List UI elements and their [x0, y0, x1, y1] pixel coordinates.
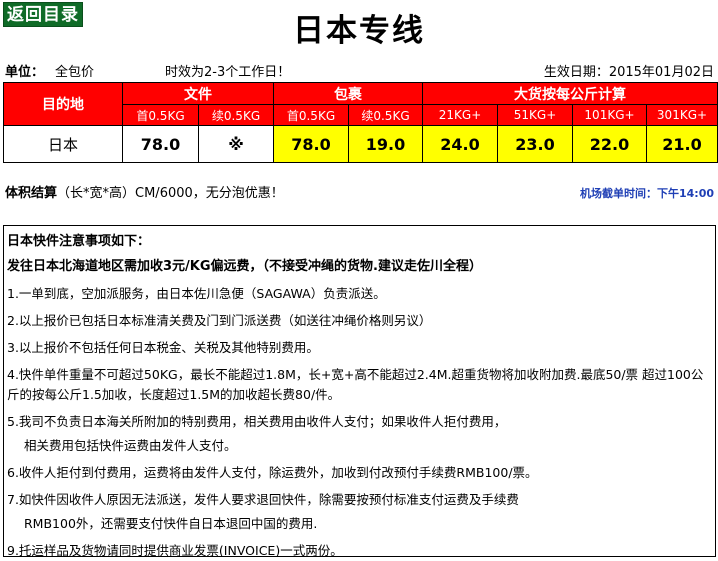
remote-area-note: 发往日本北海道地区需加收3元/KG偏远费，（不接受冲绳的货物.建议走佐川全程）: [7, 259, 482, 274]
price-cell: 21.0: [646, 125, 718, 163]
volume-weight-note: 体积结算（长*宽*高）CM/6000，无分泡优惠！: [5, 182, 284, 201]
group-header-parcels: 包裹: [273, 82, 423, 105]
subheader-cell: 51KG+: [497, 104, 573, 126]
subheader-cell: 续0.5KG: [348, 104, 423, 126]
destination-header: 目的地: [3, 82, 123, 126]
note-item: 1.一单到底，空加派服务，由日本佐川急便（SAGAWA）负责派送。: [7, 286, 386, 301]
notes-heading: 日本快件注意事项如下：: [7, 234, 151, 249]
table-row: 日本 78.0 ※ 78.0 19.0 24.0 23.0 22.0 21.0: [3, 125, 718, 163]
note-item: 5.我司不负责日本海关所附加的特别费用，相关费用由收件人支付；如果收件人拒付费用…: [7, 414, 507, 429]
price-cell: ※: [198, 125, 274, 163]
destination-cell: 日本: [3, 125, 123, 163]
group-header-bulk: 大货按每公斤计算: [422, 82, 718, 105]
rate-table: 目的地 文件 包裹 大货按每公斤计算 首0.5KG 续0.5KG 首0.5KG …: [3, 82, 718, 163]
volume-label: 体积结算: [5, 186, 58, 201]
note-item: 9.托运样品及货物请同时提供商业发票(INVOICE)一式两份。: [7, 543, 343, 558]
note-item-continued: RMB100外，还需要支付快件自日本退回中国的费用.: [24, 516, 318, 531]
subheader-cell: 首0.5KG: [273, 104, 349, 126]
subheader-cell: 续0.5KG: [198, 104, 274, 126]
price-cell: 24.0: [422, 125, 498, 163]
subheader-cell: 首0.5KG: [122, 104, 199, 126]
price-cell: 22.0: [572, 125, 647, 163]
unit-label: 单位：: [5, 65, 45, 80]
unit-value: 全包价: [55, 65, 95, 80]
subheader-cell: 301KG+: [646, 104, 718, 126]
note-item: 2.以上报价已包括日本标准清关费及门到门派送费（如送往冲绳价格则另议）: [7, 313, 432, 328]
price-cell: 19.0: [348, 125, 423, 163]
note-item: 7.如快件因收件人原因无法派送，发件人要求退回快件，除需要按预付标准支付运费及手…: [7, 492, 519, 507]
header-row: 目的地 文件 包裹 大货按每公斤计算: [3, 82, 718, 126]
price-cell: 78.0: [122, 125, 199, 163]
note-item: 6.收件人拒付到付费用，运费将由发件人支付，除运费外，加收到付改预付手续费RMB…: [7, 465, 538, 480]
effective-date: 生效日期：2015年01月02日: [543, 65, 714, 80]
price-cell: 23.0: [497, 125, 573, 163]
note-item: 4.快件单件重量不可超过50KG，最长不能超过1.8M，长+宽+高不能超过2.4…: [7, 367, 704, 402]
subheader-cell: 101KG+: [572, 104, 647, 126]
price-cell: 78.0: [273, 125, 349, 163]
airport-cutoff-time: 机场截单时间：下午14:00: [579, 187, 714, 200]
notes-panel: 日本快件注意事项如下： 发往日本北海道地区需加收3元/KG偏远费，（不接受冲绳的…: [3, 225, 716, 558]
note-item: 3.以上报价不包括任何日本税金、关税及其他特别费用。: [7, 340, 319, 355]
subheader-cell: 21KG+: [422, 104, 498, 126]
group-header-documents: 文件: [122, 82, 274, 105]
note-item-continued: 相关费用包括快件运费由发件人支付。: [24, 438, 237, 453]
page-title: 日本专线: [293, 13, 425, 49]
delivery-timing: 时效为2-3个工作日！: [165, 65, 291, 80]
volume-formula: （长*宽*高）CM/6000，无分泡优惠！: [57, 186, 284, 201]
